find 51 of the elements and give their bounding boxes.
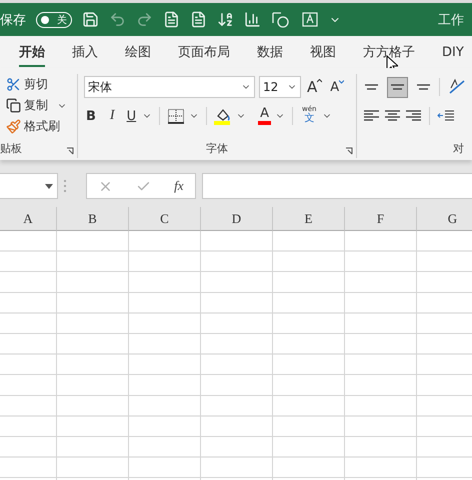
text-box-icon[interactable] bbox=[301, 11, 319, 28]
ribbon-tab[interactable]: DIY bbox=[442, 44, 464, 66]
caret-icon[interactable] bbox=[45, 184, 53, 188]
painter-button[interactable]: 格式刷 bbox=[6, 116, 71, 137]
ribbon-tab[interactable]: 绘图 bbox=[125, 43, 151, 67]
ribbon-tab[interactable]: 页面布局 bbox=[178, 43, 230, 67]
group-label: 对 bbox=[453, 141, 464, 156]
window-title: 工作 bbox=[438, 12, 464, 28]
shapes-icon[interactable] bbox=[271, 11, 291, 28]
formula-field[interactable] bbox=[202, 173, 472, 199]
fill-color-icon[interactable] bbox=[214, 107, 232, 125]
underline-button[interactable]: U bbox=[124, 105, 138, 127]
vertical-align-button[interactable] bbox=[387, 76, 408, 98]
cut-button[interactable]: 剪切 bbox=[6, 74, 71, 95]
paintbrush-icon bbox=[6, 119, 21, 134]
increase-font-button[interactable]: A bbox=[305, 76, 324, 98]
group-label: 字体 bbox=[206, 141, 228, 156]
font-color-button[interactable]: A bbox=[258, 107, 272, 125]
autosave-toggle[interactable]: 关 bbox=[36, 12, 72, 28]
up-caret-icon bbox=[317, 79, 322, 83]
font-size-field[interactable]: 12 bbox=[259, 76, 301, 98]
copy-button[interactable]: 复制 bbox=[6, 95, 71, 116]
borders-icon[interactable] bbox=[167, 108, 186, 124]
copy-icon bbox=[6, 98, 21, 113]
autosave-label: 保存 bbox=[0, 12, 26, 28]
ribbon-tab[interactable]: 数据 bbox=[257, 43, 283, 67]
chart-icon[interactable] bbox=[244, 11, 261, 28]
align-center-icon[interactable] bbox=[384, 109, 401, 123]
decrease-font-button[interactable]: A bbox=[328, 76, 346, 98]
scissors-icon bbox=[6, 77, 21, 92]
align-middle-icon bbox=[390, 84, 405, 90]
ribbon-tab[interactable]: 方方格子 bbox=[363, 43, 415, 67]
ribbon-tab[interactable]: 视图 bbox=[310, 43, 336, 67]
decrease-indent-icon[interactable] bbox=[437, 109, 455, 123]
align-left-icon[interactable] bbox=[363, 109, 380, 123]
italic-button[interactable]: I bbox=[108, 105, 117, 127]
insert-function-button[interactable]: fx bbox=[174, 178, 184, 194]
down-caret-icon bbox=[339, 80, 344, 84]
save-icon[interactable] bbox=[82, 11, 99, 28]
align-bottom-icon bbox=[416, 84, 431, 90]
orientation-icon[interactable] bbox=[446, 78, 466, 96]
align-top-icon bbox=[364, 84, 379, 90]
bold-button[interactable]: B bbox=[84, 105, 98, 127]
font-name-field[interactable]: 宋体 bbox=[84, 76, 255, 98]
group-label: 贴板 bbox=[0, 141, 22, 156]
ribbon-tab[interactable]: 插入 bbox=[72, 43, 98, 67]
dialog-launcher-icon[interactable] bbox=[66, 147, 74, 155]
align-right-icon[interactable] bbox=[405, 109, 422, 123]
sort-icon[interactable] bbox=[217, 11, 234, 28]
new-file-icon[interactable] bbox=[190, 11, 207, 28]
dialog-launcher-icon[interactable] bbox=[345, 147, 353, 155]
